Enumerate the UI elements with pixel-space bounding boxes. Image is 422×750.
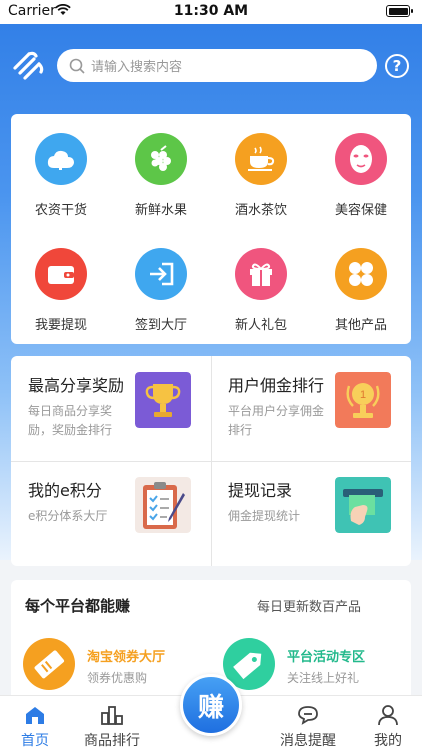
earn-subheading: 每日更新数百产品 [257, 600, 362, 615]
category-item-新鲜水果[interactable]: 新鲜水果 [111, 133, 211, 218]
tab-label: 商品排行 [84, 733, 140, 749]
grapes-icon [135, 133, 187, 185]
tab-messages[interactable]: 消息提醒 [273, 704, 343, 750]
feature-subtitle: e积分体系大厅 [28, 509, 108, 523]
tab-label: 首页 [21, 733, 49, 749]
feature-share-reward[interactable]: 最高分享奖励 每日商品分享奖励，奖励金排行 [11, 356, 211, 461]
wallet-icon [35, 248, 87, 300]
feature-withdraw-records[interactable]: 提现记录 佣金提现统计 [211, 461, 411, 566]
earn-item-title: 淘宝领券大厅 [87, 650, 166, 665]
category-label: 其他产品 [334, 318, 387, 333]
tab-ranking[interactable]: 商品排行 [77, 704, 147, 750]
earn-heading: 每个平台都能赚 [25, 597, 131, 615]
app-logo-icon [13, 51, 44, 80]
category-item-签到大厅[interactable]: 签到大厅 [111, 248, 211, 333]
feature-title: 提现记录 [228, 481, 293, 500]
category-item-美容保健[interactable]: 美容保健 [311, 133, 411, 218]
clock: 11:30 AM [173, 3, 249, 19]
feature-title: 用户佣金排行 [228, 376, 325, 395]
user-icon [378, 705, 398, 726]
search-icon [69, 58, 85, 74]
trophy-icon [135, 372, 191, 428]
feature-subtitle: 佣金提现统计 [228, 509, 301, 523]
feature-my-e-points[interactable]: 我的e积分 e积分体系大厅 [11, 461, 211, 566]
feature-panel: 最高分享奖励 每日商品分享奖励，奖励金排行 用户佣金排行 平台用户分享佣金排行 … [11, 356, 411, 566]
svg-text:1: 1 [360, 389, 366, 401]
category-item-新人礼包[interactable]: 新人礼包 [211, 248, 311, 333]
coupon-icon [23, 638, 75, 690]
category-item-农资干货[interactable]: 农资干货 [11, 133, 111, 218]
atm-cash-icon [335, 477, 391, 533]
teacup-icon [235, 133, 287, 185]
feature-title: 我的e积分 [28, 481, 102, 500]
feature-title: 最高分享奖励 [28, 376, 125, 395]
tab-label: 我的 [374, 733, 402, 749]
home-icon [26, 707, 44, 724]
message-icon [298, 706, 318, 725]
clipboard-icon [135, 477, 191, 533]
category-label: 农资干货 [34, 203, 87, 218]
category-label: 我要提现 [34, 318, 87, 333]
sign-in-icon [135, 248, 187, 300]
gift-icon [235, 248, 287, 300]
ranking-icon [101, 706, 123, 725]
medal-icon: 1 [335, 372, 391, 428]
cloud-icon [35, 133, 87, 185]
tab-label: 消息提醒 [280, 733, 336, 749]
feature-subtitle: 每日商品分享奖励，奖励金排行 [28, 404, 113, 437]
status-bar: Carrier 11:30 AM [0, 0, 422, 24]
category-panel: 农资干货 新鲜水果 酒水茶饮 美容保健 我要提现 签到大厅 新人礼包 其他产品 [11, 114, 411, 344]
earn-item-title: 平台活动专区 [287, 650, 366, 665]
tab-home[interactable]: 首页 [0, 704, 70, 750]
category-label: 新人礼包 [234, 318, 287, 333]
earn-fab-button[interactable]: 赚 [180, 674, 242, 736]
earn-item-subtitle: 关注线上好礼 [287, 671, 360, 685]
category-label: 酒水茶饮 [234, 203, 287, 218]
feature-commission-ranking[interactable]: 用户佣金排行 平台用户分享佣金排行 1 [211, 356, 411, 461]
category-label: 签到大厅 [134, 318, 187, 333]
category-item-其他产品[interactable]: 其他产品 [311, 248, 411, 333]
search-placeholder: 请输入搜索内容 [91, 60, 183, 75]
category-label: 美容保健 [334, 203, 387, 218]
search-bar[interactable]: 请输入搜索内容 [57, 49, 377, 82]
feature-subtitle: 平台用户分享佣金排行 [228, 404, 325, 437]
earn-item-subtitle: 领券优惠购 [87, 671, 148, 685]
help-icon[interactable]: ? [385, 54, 409, 78]
grid-icon [335, 248, 387, 300]
category-item-酒水茶饮[interactable]: 酒水茶饮 [211, 133, 311, 218]
tab-mine[interactable]: 我的 [353, 704, 422, 750]
battery-icon [386, 5, 413, 17]
category-label: 新鲜水果 [134, 203, 187, 218]
category-item-我要提现[interactable]: 我要提现 [11, 248, 111, 333]
face-mask-icon [335, 133, 387, 185]
